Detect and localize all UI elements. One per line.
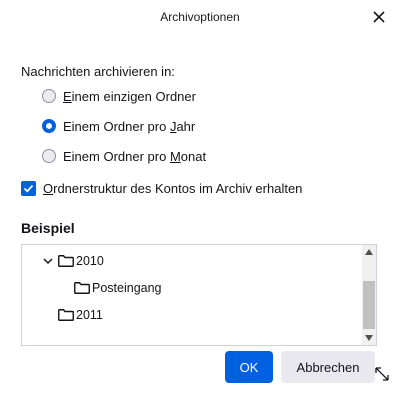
tree-item-label: 2010 — [76, 254, 104, 268]
chevron-down-icon[interactable] — [42, 255, 54, 267]
radio-button[interactable] — [42, 149, 56, 163]
close-button[interactable] — [366, 4, 392, 30]
scrollbar-thumb[interactable] — [363, 281, 375, 329]
radio-folder-per-month[interactable]: Einem Ordner pro Monat — [42, 146, 206, 166]
tree-item-label: Posteingang — [92, 281, 162, 295]
checkmark-icon — [23, 184, 34, 193]
radio-label: Einem einzigen Ordner — [63, 88, 196, 104]
tree-item-label: 2011 — [76, 308, 103, 322]
tree-scrollbar[interactable] — [362, 245, 376, 345]
archive-prompt-label: Nachrichten archivieren in: — [21, 64, 175, 79]
example-tree[interactable]: 2010 Posteingang 2011 — [21, 244, 377, 346]
keep-structure-label: Ordnerstruktur des Kontos im Archiv erha… — [43, 180, 303, 196]
scroll-up-arrow-icon[interactable] — [362, 245, 376, 259]
keep-structure-option[interactable]: Ordnerstruktur des Kontos im Archiv erha… — [21, 178, 302, 198]
cancel-button[interactable]: Abbrechen — [281, 351, 375, 383]
scroll-down-arrow-icon[interactable] — [362, 331, 376, 345]
resize-grip-icon[interactable] — [372, 364, 392, 384]
titlebar: Archivoptionen — [0, 0, 400, 34]
tree-item-posteingang[interactable]: Posteingang — [74, 278, 162, 298]
close-icon — [373, 11, 385, 23]
radio-label: Einem Ordner pro Monat — [63, 148, 207, 164]
radio-label: Einem Ordner pro Jahr — [63, 118, 196, 134]
folder-icon — [74, 282, 90, 294]
folder-icon — [58, 309, 74, 321]
tree-item-2011[interactable]: 2011 — [58, 305, 103, 325]
keep-structure-checkbox[interactable] — [21, 180, 36, 196]
tree-item-2010[interactable]: 2010 — [42, 251, 104, 271]
radio-button[interactable] — [42, 119, 56, 133]
radio-folder-per-year[interactable]: Einem Ordner pro Jahr — [42, 116, 195, 136]
dialog-title: Archivoptionen — [160, 10, 240, 24]
radio-button[interactable] — [42, 89, 56, 103]
ok-button[interactable]: OK — [225, 351, 273, 383]
example-heading: Beispiel — [21, 220, 75, 236]
radio-single-folder[interactable]: Einem einzigen Ordner — [42, 86, 196, 106]
folder-icon — [58, 255, 74, 267]
